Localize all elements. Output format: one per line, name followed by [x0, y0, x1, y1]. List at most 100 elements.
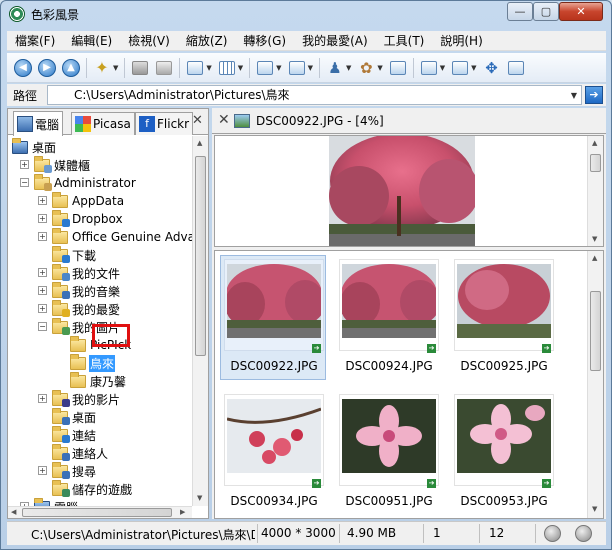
scroll-up-icon[interactable]: ▲	[197, 139, 202, 147]
collapse-icon[interactable]: −	[38, 322, 47, 331]
thumbnail-item[interactable]: ➔ DSC00922.JPG	[220, 255, 326, 380]
preview-area[interactable]: ▲ ▼	[214, 135, 604, 247]
scroll-left-icon[interactable]: ◀	[11, 508, 16, 516]
tree-node[interactable]: 連結	[52, 425, 97, 444]
tree-node[interactable]: Administrator	[34, 173, 137, 192]
thumbnail-item[interactable]: ➔ DSC00925.JPG	[450, 255, 556, 380]
chevron-down-icon[interactable]: ▼	[206, 64, 211, 72]
user-button[interactable]: ♟	[325, 58, 345, 78]
tree-node[interactable]: 連絡人	[52, 443, 109, 462]
expand-icon[interactable]: +	[38, 466, 47, 475]
tree-node[interactable]: 我的音樂	[52, 281, 121, 300]
maximize-button[interactable]: ▢	[533, 2, 559, 21]
chevron-down-icon[interactable]: ▼	[377, 64, 382, 72]
menu-item[interactable]: 檔案(F)	[7, 31, 63, 51]
tree-node[interactable]: 我的最愛	[52, 299, 121, 318]
tab-flickr[interactable]: f Flickr	[135, 112, 194, 135]
menu-item[interactable]: 檢視(V)	[120, 31, 178, 51]
scroll-down-icon[interactable]: ▼	[197, 494, 202, 502]
scroll-down-icon[interactable]: ▼	[592, 505, 597, 513]
close-pane-icon[interactable]: ✕	[192, 113, 203, 128]
close-button[interactable]: ✕	[559, 2, 603, 21]
tree-node[interactable]: 桌面	[52, 407, 97, 426]
expand-icon[interactable]: +	[38, 286, 47, 295]
scroll-thumb[interactable]	[22, 508, 172, 517]
favorites-button[interactable]: ✦	[92, 58, 112, 78]
tree-node[interactable]: 我的影片	[52, 389, 121, 408]
back-button[interactable]: ◀	[13, 58, 33, 78]
chevron-down-icon[interactable]: ▼	[346, 64, 351, 72]
copy-button[interactable]	[287, 58, 307, 78]
save-button[interactable]	[130, 58, 150, 78]
forward-button[interactable]: ▶	[37, 58, 57, 78]
layout-button[interactable]	[185, 58, 205, 78]
close-icon[interactable]: ✕	[218, 112, 230, 128]
fit-button[interactable]: ✥	[482, 58, 502, 78]
maximize-pane-button[interactable]	[450, 58, 470, 78]
scroll-right-icon[interactable]: ▶	[180, 508, 185, 516]
expand-icon[interactable]: +	[38, 214, 47, 223]
minimize-pane-button[interactable]	[419, 58, 439, 78]
tree-node[interactable]: 鳥來	[70, 353, 116, 372]
color-button[interactable]: ✿	[356, 58, 376, 78]
app-logo-icon	[9, 6, 25, 22]
tree-node[interactable]: Dropbox	[52, 209, 124, 228]
chevron-down-icon[interactable]: ▼	[440, 64, 445, 72]
title-bar[interactable]: 色彩風景 — ▢ ✕	[1, 1, 611, 28]
expand-icon[interactable]: +	[38, 394, 47, 403]
expand-icon[interactable]: +	[38, 304, 47, 313]
minimize-button[interactable]: —	[507, 2, 533, 21]
scroll-up-icon[interactable]: ▲	[592, 254, 597, 262]
crop-button[interactable]	[506, 58, 526, 78]
tree-horizontal-scrollbar[interactable]: ◀ ▶	[8, 506, 192, 518]
menu-item[interactable]: 編輯(E)	[63, 31, 120, 51]
tree-vertical-scrollbar[interactable]: ▲ ▼	[192, 136, 208, 506]
scroll-thumb[interactable]	[590, 291, 601, 371]
tree-node[interactable]: 我的文件	[52, 263, 121, 282]
chevron-down-icon[interactable]: ▼	[238, 64, 243, 72]
scroll-up-icon[interactable]: ▲	[592, 139, 597, 147]
tree-node[interactable]: Office Genuine Adva	[52, 227, 192, 246]
tab-computer[interactable]: 電腦	[13, 111, 64, 136]
tree-node[interactable]: AppData	[52, 191, 125, 210]
chevron-down-icon[interactable]: ▼	[571, 87, 577, 105]
go-button[interactable]: ➔	[585, 86, 603, 104]
expand-icon[interactable]: +	[38, 268, 47, 277]
fullscreen-button[interactable]	[388, 58, 408, 78]
collapse-icon[interactable]: −	[20, 178, 29, 187]
menu-item[interactable]: 說明(H)	[432, 31, 490, 51]
chevron-down-icon[interactable]: ▼	[308, 64, 313, 72]
menu-item[interactable]: 縮放(Z)	[178, 31, 236, 51]
tree-node[interactable]: 康乃馨	[70, 371, 127, 390]
thumbnail-item[interactable]: ➔ DSC00953.JPG	[450, 390, 556, 515]
up-button[interactable]: ▲	[61, 58, 81, 78]
chevron-down-icon[interactable]: ▼	[471, 64, 476, 72]
chevron-down-icon[interactable]: ▼	[276, 64, 281, 72]
tree-node[interactable]: 下載	[52, 245, 97, 264]
tree-node[interactable]: 儲存的遊戲	[52, 479, 133, 498]
menu-item[interactable]: 我的最愛(A)	[294, 31, 376, 51]
tree-node[interactable]: 電腦	[34, 497, 79, 506]
tree-node[interactable]: 媒體櫃	[34, 155, 91, 174]
view-mode-button[interactable]	[217, 58, 237, 78]
tree-node[interactable]: 桌面	[12, 137, 57, 156]
address-input[interactable]: C:\Users\Administrator\Pictures\鳥來 ▼	[47, 85, 582, 105]
print-button[interactable]	[154, 58, 174, 78]
expand-icon[interactable]: +	[38, 232, 47, 241]
thumbnail-item[interactable]: ➔ DSC00934.JPG	[220, 390, 326, 515]
menu-item[interactable]: 工具(T)	[376, 31, 433, 51]
menu-item[interactable]: 轉移(G)	[235, 31, 294, 51]
scroll-thumb[interactable]	[590, 154, 601, 172]
tab-picasa[interactable]: Picasa	[71, 112, 135, 135]
tree-node[interactable]: 搜尋	[52, 461, 97, 480]
zoom-button[interactable]	[255, 58, 275, 78]
thumbnail-item[interactable]: ➔ DSC00951.JPG	[335, 390, 441, 515]
preview-vertical-scrollbar[interactable]: ▲ ▼	[587, 136, 603, 246]
expand-icon[interactable]: +	[20, 160, 29, 169]
thumbnail-item[interactable]: ➔ DSC00924.JPG	[335, 255, 441, 380]
thumbnail-vertical-scrollbar[interactable]: ▲ ▼	[587, 251, 603, 518]
expand-icon[interactable]: +	[38, 196, 47, 205]
scroll-down-icon[interactable]: ▼	[592, 235, 597, 243]
chevron-down-icon[interactable]: ▼	[113, 64, 118, 72]
scroll-thumb[interactable]	[195, 156, 206, 356]
